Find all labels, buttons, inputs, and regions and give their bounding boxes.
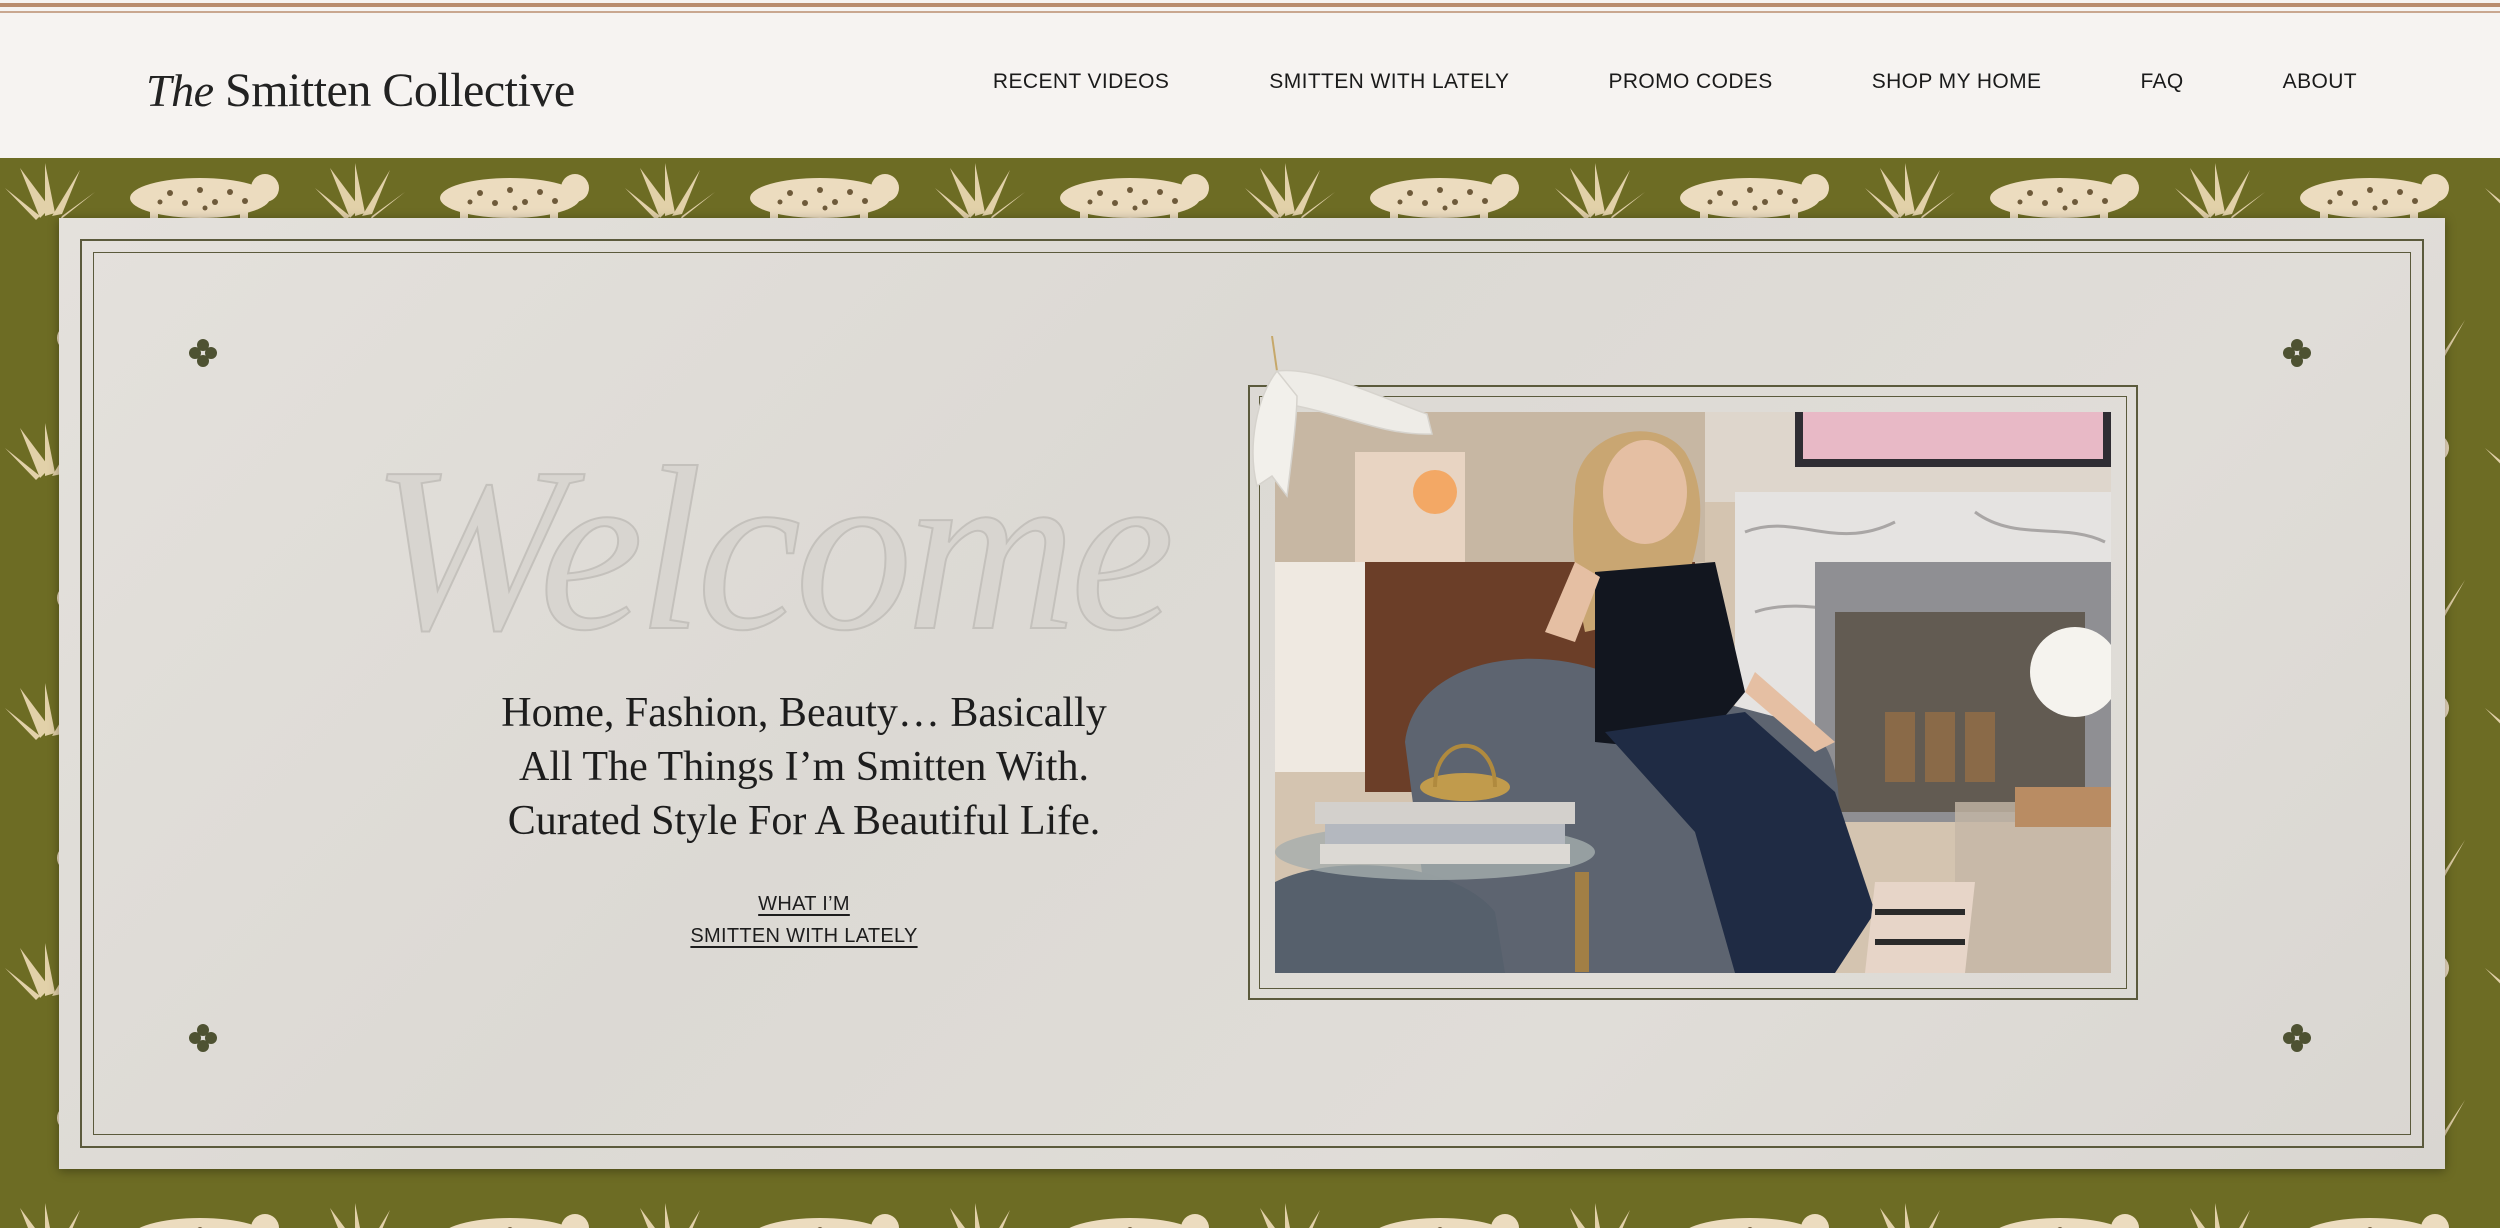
- four-leaf-ornament-icon: [189, 1024, 217, 1052]
- nav-faq[interactable]: FAQ: [2140, 70, 2183, 94]
- hero-card: Welcome Home, Fashion, Beauty… Basically…: [59, 218, 2445, 1169]
- nav-recent-videos[interactable]: RECENT VIDEOS: [993, 70, 1169, 94]
- nav-about[interactable]: ABOUT: [2283, 70, 2357, 94]
- nav-shop-my-home[interactable]: SHOP MY HOME: [1872, 70, 2042, 94]
- logo-name: Smitten Collective: [225, 64, 575, 117]
- four-leaf-ornament-icon: [2283, 1024, 2311, 1052]
- stripe-line: [0, 11, 2500, 13]
- ribbon-bow-decoration: [1252, 336, 1433, 498]
- hero-tagline: Home, Fashion, Beauty… Basically All The…: [439, 686, 1169, 848]
- tagline-line: All The Things I’m Smitten With.: [519, 744, 1089, 790]
- welcome-script-text: Welcome: [371, 419, 1170, 678]
- cta-line: SMITTEN WITH LATELY: [690, 925, 918, 947]
- cta-line: WHAT I’M: [758, 893, 850, 915]
- top-accent-stripe: [0, 0, 2500, 18]
- smitten-with-lately-link[interactable]: WHAT I’M SMITTEN WITH LATELY: [619, 888, 989, 952]
- site-logo[interactable]: The Smitten Collective: [146, 63, 575, 118]
- logo-the: The: [146, 65, 214, 116]
- tagline-line: Home, Fashion, Beauty… Basically: [501, 690, 1107, 736]
- tagline-line: Curated Style For A Beautiful Life.: [507, 798, 1101, 844]
- welcome-script-heading: Welcome: [370, 418, 1177, 678]
- site-header: The Smitten Collective RECENT VIDEOS SMI…: [0, 18, 2500, 158]
- nav-promo-codes[interactable]: PROMO CODES: [1608, 70, 1772, 94]
- four-leaf-ornament-icon: [2283, 339, 2311, 367]
- stripe-line: [0, 3, 2500, 7]
- four-leaf-ornament-icon: [189, 339, 217, 367]
- nav-smitten-with-lately[interactable]: SMITTEN WITH LATELY: [1269, 70, 1509, 94]
- main-nav: RECENT VIDEOS SMITTEN WITH LATELY PROMO …: [993, 70, 2357, 94]
